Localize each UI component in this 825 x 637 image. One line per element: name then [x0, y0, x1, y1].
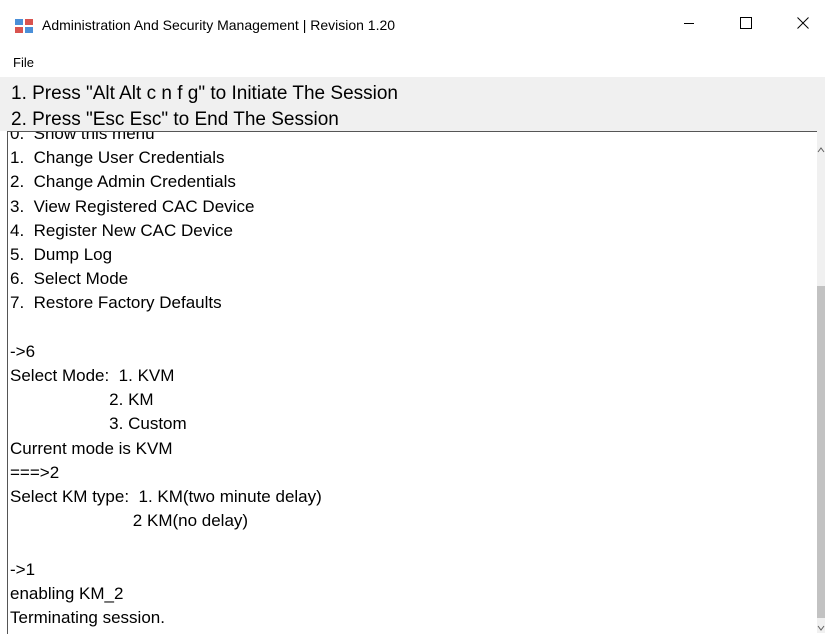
- title-bar: Administration And Security Management |…: [0, 0, 825, 50]
- console-output[interactable]: 0. Show this menu 1. Change User Credent…: [7, 131, 818, 634]
- menu-file[interactable]: File: [9, 53, 38, 72]
- menu-bar: File: [0, 50, 825, 77]
- close-icon: [797, 16, 809, 34]
- close-button[interactable]: [780, 0, 825, 50]
- app-window-icon: [15, 19, 33, 33]
- instructions-panel: 1. Press "Alt Alt c n f g" to Initiate T…: [0, 77, 825, 131]
- scroll-down-icon[interactable]: [817, 619, 825, 631]
- scrollbar-thumb[interactable]: [817, 286, 825, 618]
- scroll-up-icon[interactable]: [817, 141, 825, 153]
- minimize-button[interactable]: [666, 0, 712, 50]
- maximize-icon: [740, 16, 752, 34]
- minimize-icon: [683, 16, 695, 34]
- instruction-end: 2. Press "Esc Esc" to End The Session: [11, 109, 339, 130]
- maximize-button[interactable]: [723, 0, 769, 50]
- window-title: Administration And Security Management |…: [42, 17, 396, 33]
- console-text: 0. Show this menu 1. Change User Credent…: [10, 131, 322, 628]
- instruction-initiate: 1. Press "Alt Alt c n f g" to Initiate T…: [11, 83, 398, 104]
- vertical-scrollbar[interactable]: [817, 131, 825, 633]
